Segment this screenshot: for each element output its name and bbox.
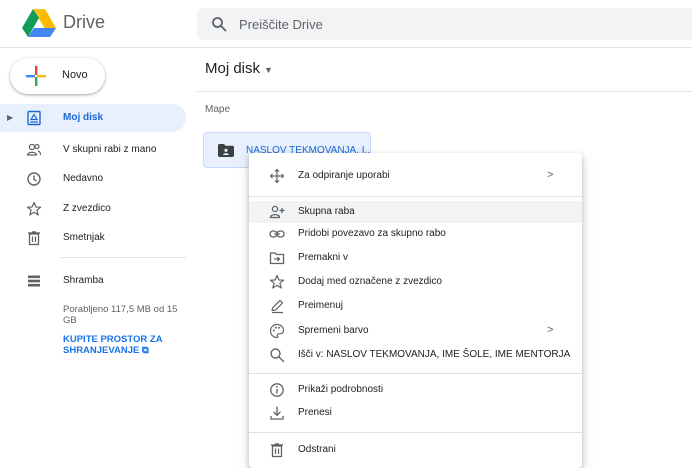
menu-item-label: Preimenuj: [298, 300, 344, 311]
clock-icon: [26, 171, 42, 187]
sidebar-item-label: Moj disk: [63, 112, 104, 123]
trash-icon: [26, 230, 42, 246]
sidebar-item-starred[interactable]: Z zvezdico: [0, 195, 186, 223]
submenu-arrow-icon: >: [547, 324, 554, 336]
storage-usage-text: Porabljeno 117,5 MB od 15 GB: [63, 304, 178, 326]
submenu-arrow-icon: >: [547, 169, 554, 181]
star-icon: [26, 201, 42, 217]
menu-item-label: Dodaj med označene z zvezdico: [298, 276, 442, 287]
download-icon: [269, 405, 285, 421]
shared-users-icon: [26, 142, 42, 158]
context-menu: Za odpiranje uporabi > Skupna raba Prido…: [249, 153, 582, 468]
menu-item-label: Odstrani: [298, 444, 336, 455]
toolbar-divider: [197, 91, 692, 92]
search-icon: [269, 347, 285, 363]
menu-item-label: Prikaži podrobnosti: [298, 384, 384, 395]
menu-divider: [249, 432, 582, 433]
external-link-icon: ⧉: [142, 345, 149, 356]
menu-item-label: Za odpiranje uporabi: [298, 170, 390, 181]
sidebar-item-shared-with-me[interactable]: V skupni rabi z mano: [0, 136, 186, 164]
chevron-down-icon[interactable]: ▼: [264, 65, 273, 75]
folders-section-label: Mape: [205, 104, 231, 115]
trash-icon: [269, 442, 285, 458]
menu-item-search-within[interactable]: Išči v: NASLOV TEKMOVANJA, IME ŠOLE, IME…: [249, 344, 582, 366]
drive-logo-icon[interactable]: [22, 8, 56, 38]
menu-item-share[interactable]: Skupna raba: [249, 201, 582, 223]
menu-item-rename[interactable]: Preimenuj: [249, 295, 582, 317]
menu-item-remove[interactable]: Odstrani: [249, 439, 582, 461]
menu-item-label: Skupna raba: [298, 206, 355, 217]
menu-item-change-color[interactable]: Spremeni barvo >: [249, 320, 582, 342]
plus-icon: [26, 66, 46, 86]
menu-item-download[interactable]: Prenesi: [249, 402, 582, 424]
menu-item-label: Pridobi povezavo za skupno rabo: [298, 228, 446, 239]
sidebar-item-storage[interactable]: Shramba: [0, 267, 186, 295]
buy-storage-link[interactable]: KUPITE PROSTOR ZA SHRANJEVANJE ⧉: [63, 334, 188, 356]
menu-item-label: Išči v: NASLOV TEKMOVANJA, IME ŠOLE, IME…: [298, 349, 571, 360]
info-icon: [269, 382, 285, 398]
menu-item-label: Premakni v: [298, 252, 349, 263]
sidebar-item-label: Nedavno: [63, 173, 104, 184]
shared-folder-icon: [218, 144, 234, 157]
sidebar-item-label: V skupni rabi z mano: [63, 144, 157, 155]
page-title: Moj disk: [205, 60, 261, 77]
link-icon: [269, 226, 285, 242]
share-person-icon: [269, 204, 285, 220]
storage-icon: [26, 273, 42, 289]
menu-item-open-with[interactable]: Za odpiranje uporabi >: [249, 165, 582, 187]
sidebar-item-label: Smetnjak: [63, 232, 105, 243]
menu-item-view-details[interactable]: Prikaži podrobnosti: [249, 379, 582, 401]
star-outline-icon: [269, 274, 285, 290]
menu-divider: [249, 196, 582, 197]
pencil-icon: [269, 298, 285, 314]
app-title[interactable]: Drive: [63, 12, 105, 33]
sidebar-item-trash[interactable]: Smetnjak: [0, 224, 186, 252]
expand-caret-icon[interactable]: ▶: [7, 113, 13, 122]
search-bar[interactable]: [197, 8, 692, 40]
menu-item-label: Prenesi: [298, 407, 332, 418]
menu-item-add-star[interactable]: Dodaj med označene z zvezdico: [249, 271, 582, 293]
sidebar-item-label: Z zvezdico: [63, 203, 111, 214]
search-icon[interactable]: [211, 16, 227, 32]
search-input[interactable]: [239, 8, 679, 40]
menu-item-label: Spremeni barvo: [298, 325, 369, 336]
sidebar-item-recent[interactable]: Nedavno: [0, 165, 186, 193]
move-folder-icon: [269, 250, 285, 266]
palette-icon: [269, 323, 285, 339]
new-button[interactable]: Novo: [10, 58, 105, 94]
open-with-icon: [269, 168, 285, 184]
new-button-label: Novo: [62, 69, 88, 81]
my-drive-icon: [26, 110, 42, 126]
sidebar-divider: [60, 257, 186, 258]
sidebar-item-label: Shramba: [63, 275, 104, 286]
sidebar-item-my-drive[interactable]: ▶ Moj disk: [0, 104, 186, 132]
menu-divider: [249, 373, 582, 374]
menu-item-get-link[interactable]: Pridobi povezavo za skupno rabo: [249, 223, 582, 245]
menu-item-move-to[interactable]: Premakni v: [249, 247, 582, 269]
breadcrumb[interactable]: Moj disk ▼: [205, 60, 273, 77]
top-bar: Drive: [0, 0, 692, 48]
